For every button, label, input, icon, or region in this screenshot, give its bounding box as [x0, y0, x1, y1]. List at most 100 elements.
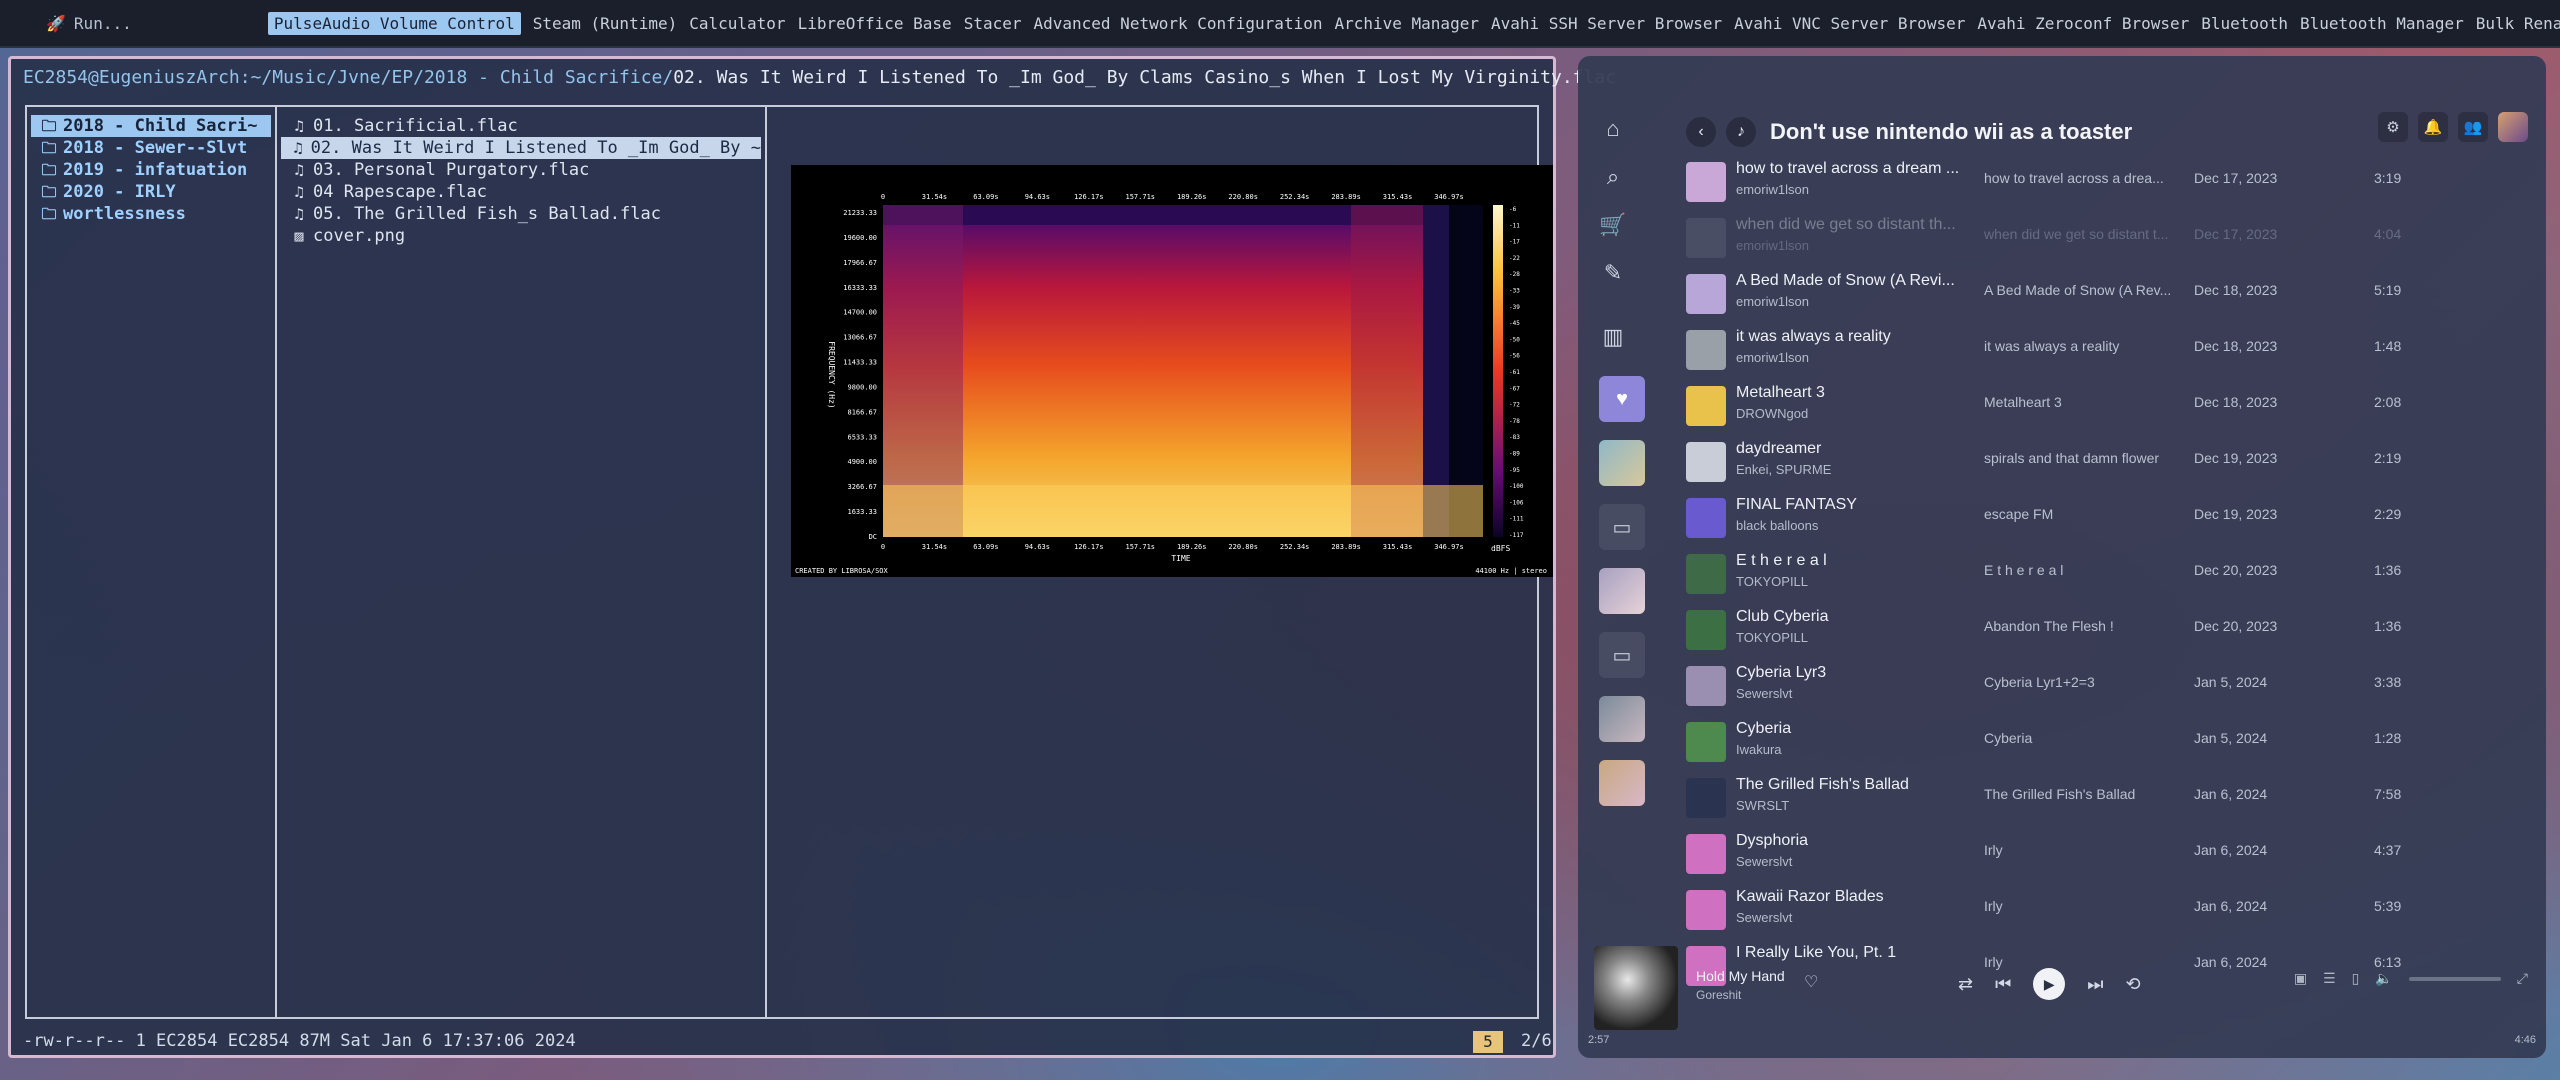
track-title[interactable]: Kawaii Razor Blades	[1736, 888, 1961, 906]
shuffle-icon[interactable]: ⇄	[1958, 974, 1973, 995]
parent-dir-item[interactable]: 🗀 wortlessness	[27, 203, 275, 225]
track-artist[interactable]: Sewerslvt	[1736, 854, 1792, 869]
brush-icon[interactable]: ✎	[1598, 258, 1628, 288]
track-artist[interactable]: emoriw1lson	[1736, 238, 1809, 253]
file-item[interactable]: ♫ 05. The Grilled Fish_s Ballad.flac	[277, 203, 765, 225]
repeat-icon[interactable]: ⟲	[2126, 974, 2141, 995]
playlist-tile[interactable]	[1599, 696, 1645, 742]
track-artist[interactable]: emoriw1lson	[1736, 294, 1809, 309]
track-title[interactable]: E t h e r e a l	[1736, 552, 1961, 570]
track-title[interactable]: when did we get so distant th...	[1736, 216, 1961, 234]
track-album[interactable]: Irly	[1984, 898, 2174, 914]
back-button[interactable]: ‹	[1686, 117, 1716, 147]
folder-icon[interactable]: ▭	[1599, 632, 1645, 678]
track-artist[interactable]: emoriw1lson	[1736, 350, 1809, 365]
track-album[interactable]: E t h e r e a l	[1984, 562, 2174, 578]
avatar[interactable]	[2498, 112, 2528, 142]
track-row[interactable]: how to travel across a dream ... emoriw1l…	[1674, 152, 2534, 208]
track-album[interactable]: Abandon The Flesh !	[1984, 618, 2174, 634]
now-playing-view-icon[interactable]: ▣	[2294, 970, 2307, 987]
launcher-item[interactable]: Avahi VNC Server Browser	[1734, 14, 1965, 33]
launcher-item[interactable]: Bulk Rename	[2476, 14, 2560, 33]
track-title[interactable]: FINAL FANTASY	[1736, 496, 1961, 514]
parent-dir-item[interactable]: 🗀 2019 - infatuation	[27, 159, 275, 181]
track-row[interactable]: it was always a reality emoriw1lson it was…	[1674, 320, 2534, 376]
track-album[interactable]: how to travel across a drea...	[1984, 170, 2174, 186]
cart-icon[interactable]: 🛒	[1598, 210, 1628, 240]
queue-icon[interactable]: ☰	[2323, 970, 2336, 987]
file-item[interactable]: ♫ 01. Sacrificial.flac	[277, 115, 765, 137]
launcher-item[interactable]: Advanced Network Configuration	[1033, 14, 1322, 33]
track-album[interactable]: Irly	[1984, 842, 2174, 858]
track-album[interactable]: The Grilled Fish's Ballad	[1984, 786, 2174, 802]
now-playing-title[interactable]: Hold My Hand	[1696, 968, 1785, 984]
track-album[interactable]: spirals and that damn flower	[1984, 450, 2174, 466]
track-album[interactable]: it was always a reality	[1984, 338, 2174, 354]
bell-icon[interactable]: 🔔	[2418, 112, 2448, 142]
track-artist[interactable]: Enkei, SPURME	[1736, 462, 1831, 477]
track-title[interactable]: Cyberia	[1736, 720, 1961, 738]
launcher-item[interactable]: Stacer	[964, 14, 1022, 33]
track-row[interactable]: E t h e r e a l TOKYOPILL E t h e r e a l D…	[1674, 544, 2534, 600]
launcher-item[interactable]: Bluetooth Manager	[2300, 14, 2464, 33]
run-launcher[interactable]: 🚀 Run...	[0, 14, 268, 33]
track-album[interactable]: Metalheart 3	[1984, 394, 2174, 410]
track-title[interactable]: daydreamer	[1736, 440, 1961, 458]
track-album[interactable]: Cyberia Lyr1+2=3	[1984, 674, 2174, 690]
volume-slider[interactable]	[2408, 976, 2501, 981]
track-title[interactable]: Club Cyberia	[1736, 608, 1961, 626]
track-title[interactable]: how to travel across a dream ...	[1736, 160, 1961, 178]
launcher-item[interactable]: LibreOffice Base	[798, 14, 952, 33]
playlist-tile[interactable]	[1599, 760, 1645, 806]
track-row[interactable]: Club Cyberia TOKYOPILL Abandon The Flesh !…	[1674, 600, 2534, 656]
heart-icon[interactable]: ♡	[1804, 972, 1818, 992]
launcher-item[interactable]: Steam (Runtime)	[533, 14, 678, 33]
track-title[interactable]: it was always a reality	[1736, 328, 1961, 346]
track-row[interactable]: daydreamer Enkei, SPURME spirals and that …	[1674, 432, 2534, 488]
parent-dir-item[interactable]: 🗀 2020 - IRLY	[27, 181, 275, 203]
liked-songs-tile[interactable]: ♥	[1599, 376, 1645, 422]
track-title[interactable]: The Grilled Fish's Ballad	[1736, 776, 1961, 794]
file-item[interactable]: ♫ 02. Was It Weird I Listened To _Im God_…	[281, 137, 761, 159]
track-artist[interactable]: black balloons	[1736, 518, 1818, 533]
previous-icon[interactable]: ⏮	[1995, 974, 2011, 995]
playlist-tile[interactable]	[1599, 440, 1645, 486]
launcher-item[interactable]: Avahi SSH Server Browser	[1491, 14, 1722, 33]
track-row[interactable]: Kawaii Razor Blades Sewerslvt Irly Jan 6, 2…	[1674, 880, 2534, 936]
track-album[interactable]: Cyberia	[1984, 730, 2174, 746]
search-icon[interactable]: ⌕	[1598, 162, 1628, 192]
fullscreen-icon[interactable]: ⤢	[2517, 970, 2528, 987]
home-icon[interactable]: ⌂	[1598, 114, 1628, 144]
track-row[interactable]: Cyberia Lyr3 Sewerslvt Cyberia Lyr1+2=3 Jan…	[1674, 656, 2534, 712]
track-album[interactable]: A Bed Made of Snow (A Rev...	[1984, 282, 2174, 298]
launcher-item[interactable]: Avahi Zeroconf Browser	[1977, 14, 2189, 33]
track-title[interactable]: A Bed Made of Snow (A Revi...	[1736, 272, 1961, 290]
file-item[interactable]: ♫ 03. Personal Purgatory.flac	[277, 159, 765, 181]
parent-dir-item[interactable]: 🗀 2018 - Child Sacri~	[31, 115, 271, 137]
track-row[interactable]: Metalheart 3 DROWNgod Metalheart 3 Dec 18, …	[1674, 376, 2534, 432]
play-button[interactable]: ▶	[2033, 968, 2066, 1000]
launcher-item[interactable]: Calculator	[689, 14, 785, 33]
track-artist[interactable]: emoriw1lson	[1736, 182, 1809, 197]
track-row[interactable]: when did we get so distant th... emoriw1l…	[1674, 208, 2534, 264]
track-row[interactable]: FINAL FANTASY black balloons escape FM Dec …	[1674, 488, 2534, 544]
track-row[interactable]: Cyberia Iwakura Cyberia Jan 5, 2024 1:28	[1674, 712, 2534, 768]
launcher-item[interactable]: Bluetooth	[2201, 14, 2288, 33]
friends-icon[interactable]: 👥	[2458, 112, 2488, 142]
next-icon[interactable]: ⏭	[2087, 974, 2103, 995]
track-artist[interactable]: Sewerslvt	[1736, 910, 1792, 925]
volume-icon[interactable]: 🔈	[2375, 970, 2392, 987]
track-artist[interactable]: SWRSLT	[1736, 798, 1789, 813]
track-artist[interactable]: TOKYOPILL	[1736, 574, 1808, 589]
device-icon[interactable]: ▯	[2352, 970, 2360, 987]
track-row[interactable]: A Bed Made of Snow (A Revi... emoriw1lson…	[1674, 264, 2534, 320]
track-artist[interactable]: Iwakura	[1736, 742, 1782, 757]
track-artist[interactable]: TOKYOPILL	[1736, 630, 1808, 645]
settings-icon[interactable]: ⚙	[2378, 112, 2408, 142]
track-title[interactable]: Metalheart 3	[1736, 384, 1961, 402]
track-row[interactable]: Dysphoria Sewerslvt Irly Jan 6, 2024 4:37	[1674, 824, 2534, 880]
folder-icon[interactable]: ▭	[1599, 504, 1645, 550]
track-artist[interactable]: Sewerslvt	[1736, 686, 1792, 701]
now-playing-artist[interactable]: Goreshit	[1696, 988, 1741, 1002]
parent-dir-item[interactable]: 🗀 2018 - Sewer--Slvt	[27, 137, 275, 159]
